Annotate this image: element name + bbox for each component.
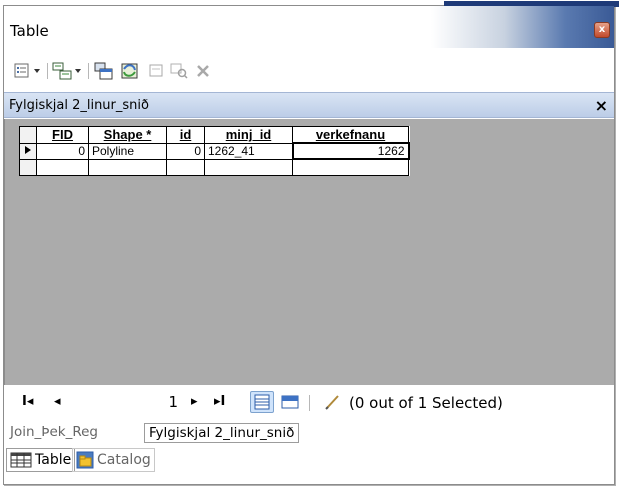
cell-minj-id[interactable]: 1262_41 bbox=[204, 142, 293, 160]
show-selected-records-icon[interactable] bbox=[278, 391, 302, 413]
column-header-shape[interactable]: Shape * bbox=[88, 126, 167, 144]
selection-pencil-icon bbox=[324, 394, 342, 413]
new-cell[interactable] bbox=[88, 158, 167, 176]
new-cell[interactable] bbox=[166, 158, 205, 176]
close-table-button[interactable]: × bbox=[595, 96, 608, 115]
toolbar-separator bbox=[47, 63, 48, 79]
row-header-corner[interactable] bbox=[19, 126, 37, 144]
cell-fid[interactable]: 0 bbox=[36, 142, 89, 160]
tab-table[interactable]: Table bbox=[6, 448, 76, 472]
previous-record-button[interactable]: ◂ bbox=[54, 394, 61, 409]
attribute-table: FID Shape * id minj_id verkefnanu 0 Poly… bbox=[19, 126, 410, 176]
window-tabs: Table Catalog bbox=[4, 445, 614, 475]
table-window: Table x Fylgiskjal 2_linur_snið × FID Sh… bbox=[3, 1, 619, 485]
cell-shape[interactable]: Polyline bbox=[88, 142, 167, 160]
first-record-button[interactable]: I◂ bbox=[22, 394, 33, 409]
column-header-id[interactable]: id bbox=[166, 126, 205, 144]
clear-selection-icon[interactable] bbox=[147, 62, 165, 80]
switch-selection-icon[interactable] bbox=[119, 62, 141, 80]
table-name-bar: Fylgiskjal 2_linur_snið × bbox=[4, 92, 614, 118]
attribute-grid[interactable]: FID Shape * id minj_id verkefnanu 0 Poly… bbox=[4, 119, 614, 385]
new-row[interactable] bbox=[19, 158, 409, 176]
record-navigation-bar: I◂ ◂ 1 ▸ ▸I (0 out of 1 Selected) bbox=[4, 385, 614, 419]
new-cell[interactable] bbox=[204, 158, 293, 176]
column-header-fid[interactable]: FID bbox=[36, 126, 89, 144]
select-by-attributes-icon[interactable] bbox=[93, 62, 115, 80]
selection-status: (0 out of 1 Selected) bbox=[349, 394, 503, 412]
table-options-icon[interactable] bbox=[14, 62, 44, 80]
table-name: Fylgiskjal 2_linur_snið bbox=[9, 98, 149, 113]
tab-table-label: Table bbox=[35, 452, 72, 468]
new-row-selector[interactable] bbox=[19, 158, 37, 176]
last-record-button[interactable]: ▸I bbox=[214, 394, 225, 409]
zoom-to-selected-icon[interactable] bbox=[170, 62, 188, 80]
tab-fylgiskjal[interactable]: Fylgiskjal 2_linur_snið bbox=[144, 423, 300, 443]
tab-catalog-label: Catalog bbox=[97, 452, 151, 468]
close-window-button[interactable]: x bbox=[594, 22, 610, 38]
row-selector-icon[interactable] bbox=[19, 142, 37, 160]
next-record-button[interactable]: ▸ bbox=[191, 394, 198, 409]
show-all-records-icon[interactable] bbox=[250, 391, 274, 413]
column-header-minj-id[interactable]: minj_id bbox=[204, 126, 293, 144]
tab-join-pek-reg[interactable]: Join_Þek_Reg bbox=[6, 423, 102, 443]
nav-separator bbox=[309, 395, 310, 411]
delete-selected-icon[interactable] bbox=[194, 62, 212, 80]
table-tabs: Join_Þek_Reg Fylgiskjal 2_linur_snið bbox=[4, 419, 614, 445]
cell-verkefnanu[interactable]: 1262 bbox=[291, 142, 410, 160]
tab-catalog[interactable]: Catalog bbox=[72, 448, 155, 472]
column-header-verkefnanu[interactable]: verkefnanu bbox=[292, 126, 409, 144]
window-title: Table bbox=[10, 22, 49, 40]
table-row[interactable]: 0 Polyline 0 1262_41 1262 bbox=[19, 142, 410, 160]
catalog-icon bbox=[76, 451, 94, 469]
related-tables-icon[interactable] bbox=[51, 62, 85, 80]
new-cell[interactable] bbox=[36, 158, 89, 176]
table-header-row: FID Shape * id minj_id verkefnanu bbox=[19, 126, 409, 144]
current-record-input[interactable]: 1 bbox=[98, 391, 182, 413]
toolbar-separator bbox=[88, 63, 89, 79]
table-toolbar bbox=[4, 50, 614, 90]
title-bar[interactable]: Table x bbox=[4, 6, 614, 48]
new-cell[interactable] bbox=[292, 158, 409, 176]
table-icon bbox=[10, 452, 32, 468]
cell-id[interactable]: 0 bbox=[166, 142, 205, 160]
